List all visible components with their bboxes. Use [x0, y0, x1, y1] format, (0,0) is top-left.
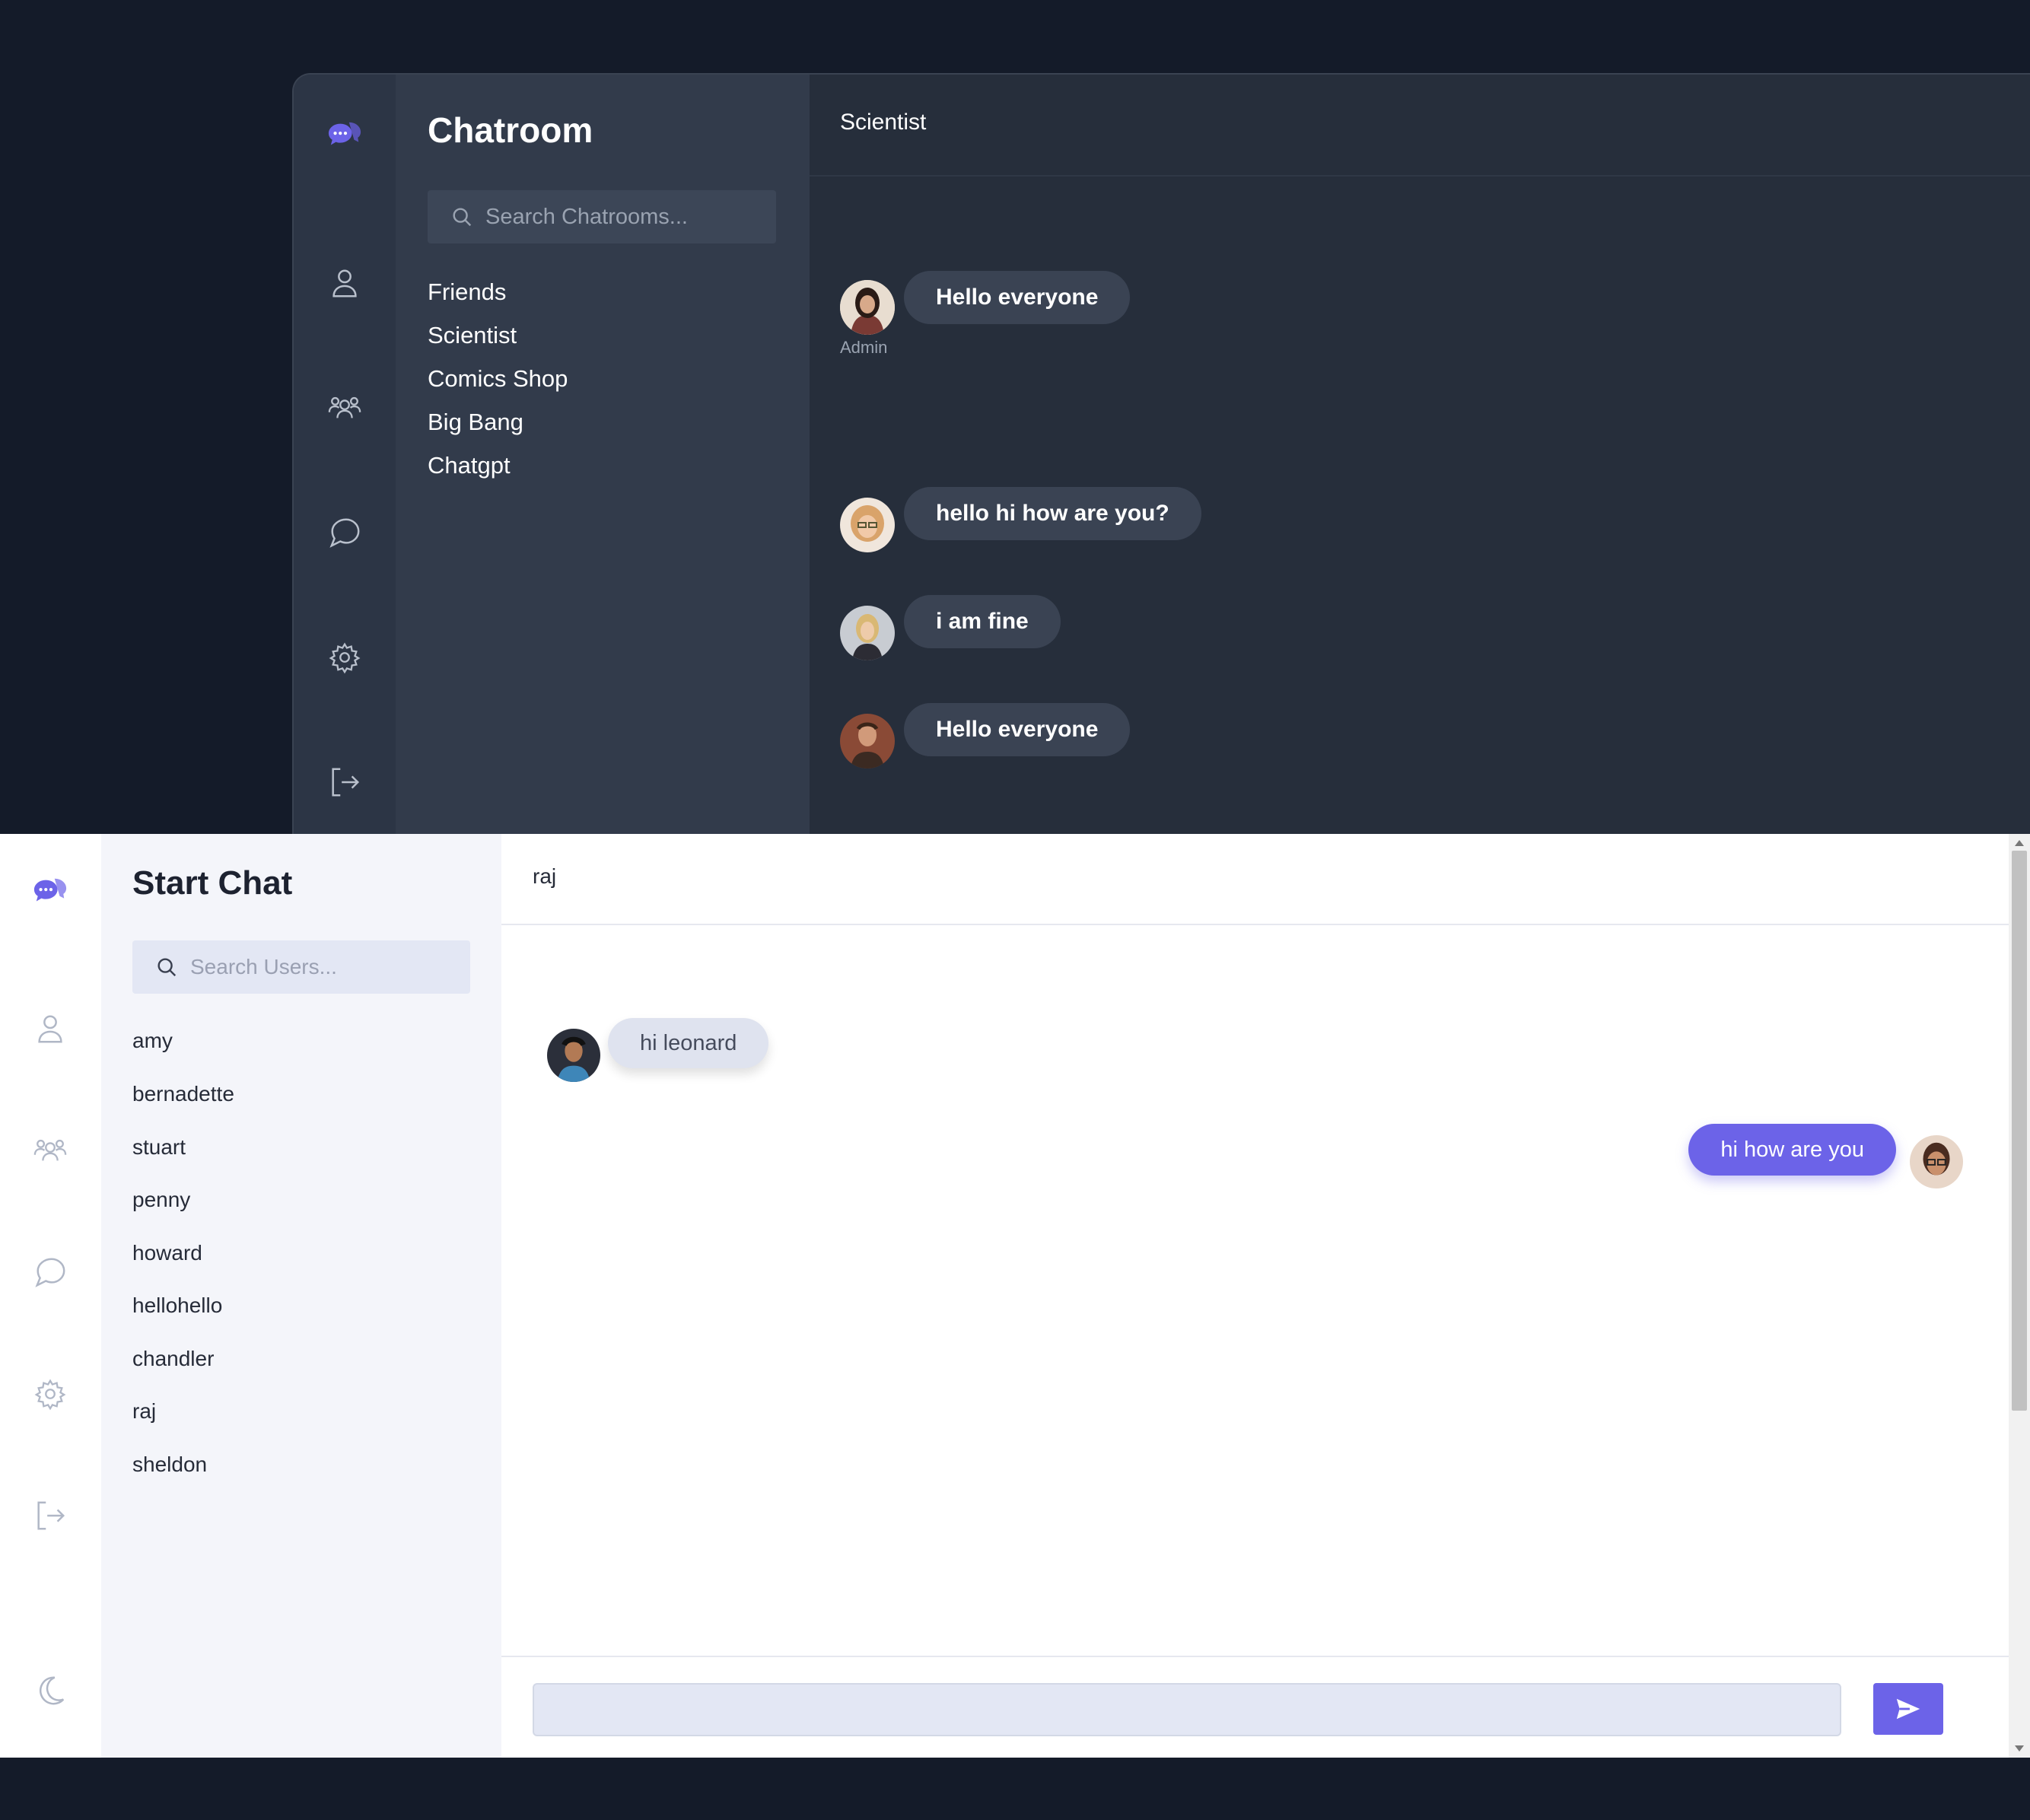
send-button[interactable] — [1873, 1683, 1943, 1735]
chatroom-window: Chatroom Search Chatrooms... Friends Sci… — [292, 73, 2030, 835]
room-item[interactable]: Comics Shop — [428, 365, 568, 393]
user-item[interactable]: sheldon — [132, 1452, 207, 1477]
chat-logo-icon[interactable] — [27, 869, 73, 915]
sender-label: Admin — [840, 338, 888, 357]
user-item[interactable]: bernadette — [132, 1082, 234, 1106]
search-icon — [158, 958, 177, 977]
user-item[interactable]: amy — [132, 1029, 173, 1053]
user-item[interactable]: penny — [132, 1188, 190, 1212]
message-bubble: Hello everyone — [904, 271, 1131, 324]
user-item[interactable]: chandler — [132, 1347, 214, 1371]
scrollbar-thumb[interactable] — [2012, 851, 2027, 1411]
page-title: Start Chat — [132, 864, 293, 902]
direct-conversation: raj hi leonard hi how are you — [501, 834, 2009, 1758]
chatroom-conversation: Scientist Admin Hello everyone hello hi … — [810, 75, 2030, 835]
user-icon[interactable] — [27, 1006, 73, 1052]
room-item[interactable]: Big Bang — [428, 409, 523, 436]
active-user-name: raj — [533, 864, 557, 888]
avatar — [840, 498, 895, 552]
chat-header: raj — [501, 834, 2009, 925]
active-room-name: Scientist — [840, 110, 927, 135]
search-input[interactable]: Search Chatrooms... — [428, 190, 776, 243]
scroll-up-arrow[interactable] — [2015, 840, 2024, 846]
user-item[interactable]: howard — [132, 1241, 202, 1265]
message-input[interactable] — [533, 1683, 1841, 1736]
chat-logo-icon[interactable] — [322, 113, 368, 158]
room-item[interactable]: Scientist — [428, 322, 517, 349]
logout-icon[interactable] — [322, 759, 368, 805]
search-placeholder: Search Chatrooms... — [485, 204, 688, 229]
avatar — [1910, 1135, 1963, 1188]
chatroom-nav-rail — [294, 75, 396, 835]
page-background — [0, 1758, 2030, 1820]
avatar — [840, 280, 895, 335]
message-icon[interactable] — [322, 510, 368, 555]
gear-icon[interactable] — [322, 635, 368, 680]
avatar — [840, 714, 895, 768]
search-icon — [453, 208, 472, 227]
composer-divider — [501, 1656, 2009, 1657]
logout-icon[interactable] — [27, 1493, 73, 1538]
chat-header: Scientist — [810, 75, 2030, 177]
my-message-bubble: hi how are you — [1688, 1124, 1896, 1176]
avatar — [840, 606, 895, 660]
avatar — [547, 1029, 600, 1082]
send-icon — [1896, 1698, 1920, 1720]
chatroom-list-panel: Chatroom Search Chatrooms... Friends Sci… — [396, 75, 810, 835]
gear-icon[interactable] — [27, 1371, 73, 1417]
page-title: Chatroom — [428, 110, 593, 150]
scrollbar[interactable] — [2009, 834, 2030, 1758]
moon-icon[interactable] — [27, 1668, 73, 1713]
search-input[interactable]: Search Users... — [132, 940, 470, 994]
user-item[interactable]: stuart — [132, 1135, 186, 1160]
user-item[interactable]: raj — [132, 1399, 156, 1424]
message-bubble: i am fine — [904, 595, 1061, 648]
user-item[interactable]: hellohello — [132, 1293, 222, 1318]
user-icon[interactable] — [322, 260, 368, 306]
room-item[interactable]: Friends — [428, 278, 506, 306]
users-icon[interactable] — [27, 1128, 73, 1173]
message-bubble: hello hi how are you? — [904, 487, 1201, 540]
room-item[interactable]: Chatgpt — [428, 452, 511, 479]
users-icon[interactable] — [322, 385, 368, 431]
user-list-panel: Start Chat Search Users... amy bernadett… — [101, 834, 501, 1758]
scroll-down-arrow[interactable] — [2015, 1745, 2024, 1752]
search-placeholder: Search Users... — [190, 955, 337, 978]
message-bubble: Hello everyone — [904, 703, 1131, 756]
start-chat-nav-rail — [0, 834, 101, 1758]
start-chat-window: Start Chat Search Users... amy bernadett… — [0, 834, 2030, 1758]
message-icon[interactable] — [27, 1249, 73, 1295]
message-bubble: hi leonard — [608, 1018, 769, 1068]
